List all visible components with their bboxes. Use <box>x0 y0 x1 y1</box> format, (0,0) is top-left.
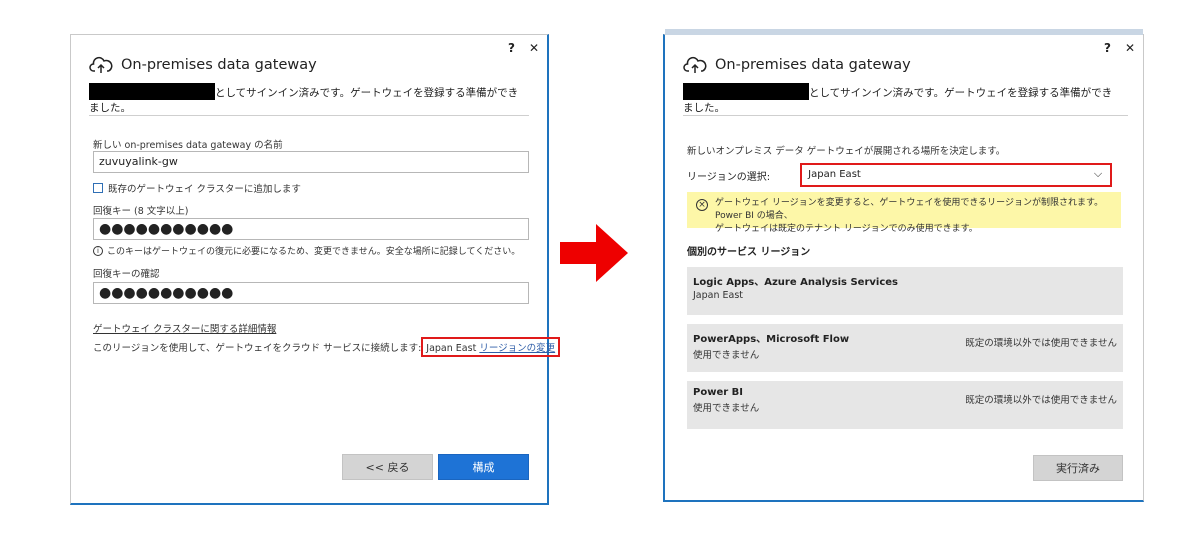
add-cluster-checkbox[interactable] <box>93 183 103 193</box>
confirm-key-label: 回復キーの確認 <box>93 269 160 280</box>
window-controls: ? ✕ <box>508 41 539 55</box>
redacted-account <box>89 83 215 100</box>
confirm-key-input[interactable]: ●●●●●●●●●●● <box>93 282 529 304</box>
redacted-account <box>683 83 809 100</box>
window-title: On-premises data gateway <box>89 55 317 75</box>
region-description: 新しいオンプレミス データ ゲートウェイが展開される場所を決定します。 <box>687 146 1006 157</box>
warning-icon: × <box>696 199 708 211</box>
arrow-right-icon <box>560 224 628 282</box>
signin-message: としてサインイン済みです。ゲートウェイを登録する準備ができました。 <box>683 83 1113 116</box>
add-cluster-checkbox-row[interactable]: 既存のゲートウェイ クラスターに追加します <box>93 181 301 195</box>
region-select[interactable]: Japan East ⌵ <box>800 163 1113 187</box>
recovery-key-label: 回復キー (8 文字以上) <box>93 206 189 217</box>
back-button[interactable]: << 戻る <box>342 454 433 480</box>
service-region: 使用できません <box>693 350 760 361</box>
add-cluster-label: 既存のゲートウェイ クラスターに追加します <box>108 184 301 195</box>
service-note: 既定の環境以外では使用できません <box>965 395 1117 406</box>
window-controls: ? ✕ <box>1104 41 1135 55</box>
section-title: 個別のサービス リージョン <box>687 247 811 258</box>
divider <box>89 115 529 116</box>
gateway-name-label: 新しい on-premises data gateway の名前 <box>93 140 283 151</box>
info-icon: i <box>93 245 103 256</box>
region-warning: × ゲートウェイ リージョンを変更すると、ゲートウェイを使用できるリージョンが制… <box>687 192 1121 234</box>
service-region-item: Logic Apps、Azure Analysis Services Japan… <box>687 267 1123 315</box>
region-select-label: リージョンの選択: <box>687 171 771 183</box>
service-name: Logic Apps、Azure Analysis Services <box>693 277 899 288</box>
chevron-down-icon: ⌵ <box>1093 167 1103 180</box>
region-selected-value: Japan East <box>808 169 861 180</box>
warning-line-2: ゲートウェイは既定のテナント リージョンでのみ使用できます。 <box>715 224 978 234</box>
cloud-upload-icon <box>683 56 707 73</box>
close-button[interactable]: ✕ <box>1125 41 1135 55</box>
warning-line-1: ゲートウェイ リージョンを変更すると、ゲートウェイを使用できるリージョンが制限さ… <box>715 198 1104 221</box>
configure-button[interactable]: 構成 <box>438 454 529 480</box>
recovery-key-input[interactable]: ●●●●●●●●●●● <box>93 218 529 240</box>
done-button[interactable]: 実行済み <box>1033 455 1123 481</box>
recovery-info: i このキーはゲートウェイの復元に必要になるため、変更できません。安全な場所に記… <box>93 244 520 257</box>
change-region-link[interactable]: リージョンの変更 <box>479 343 555 354</box>
signin-message: としてサインイン済みです。ゲートウェイを登録する準備ができました。 <box>89 83 519 116</box>
help-button[interactable]: ? <box>508 41 515 55</box>
page-title: On-premises data gateway <box>715 57 911 73</box>
region-text: このリージョンを使用して、ゲートウェイをクラウド サービスに接続します: <box>93 343 422 354</box>
region-highlight: Japan East リージョンの変更 <box>421 337 561 357</box>
divider <box>683 115 1128 116</box>
page-title: On-premises data gateway <box>121 57 317 73</box>
cloud-upload-icon <box>89 56 113 73</box>
help-button[interactable]: ? <box>1104 41 1111 55</box>
gateway-name-input[interactable]: zuvuyalink-gw <box>93 151 529 173</box>
gateway-window-left: ? ✕ On-premises data gateway としてサインイン済みで… <box>70 34 561 505</box>
close-button[interactable]: ✕ <box>529 41 539 55</box>
region-line: このリージョンを使用して、ゲートウェイをクラウド サービスに接続します: Japa… <box>93 337 561 357</box>
recovery-info-text: このキーはゲートウェイの復元に必要になるため、変更できません。安全な場所に記録し… <box>107 247 521 257</box>
region-select-row: リージョンの選択: Japan East ⌵ <box>687 163 1113 187</box>
service-region-item: Power BI 使用できません 既定の環境以外では使用できません <box>687 381 1123 429</box>
service-region: Japan East <box>693 290 744 301</box>
gateway-window-right: ? ✕ On-premises data gateway としてサインイン済みで… <box>663 29 1144 502</box>
window-title: On-premises data gateway <box>683 55 911 75</box>
region-value: Japan East <box>426 343 477 354</box>
service-note: 既定の環境以外では使用できません <box>965 338 1117 349</box>
cluster-info-link[interactable]: ゲートウェイ クラスターに関する詳細情報 <box>93 321 276 335</box>
service-region-item: PowerApps、Microsoft Flow 使用できません 既定の環境以外… <box>687 324 1123 372</box>
title-strip <box>665 29 1143 35</box>
